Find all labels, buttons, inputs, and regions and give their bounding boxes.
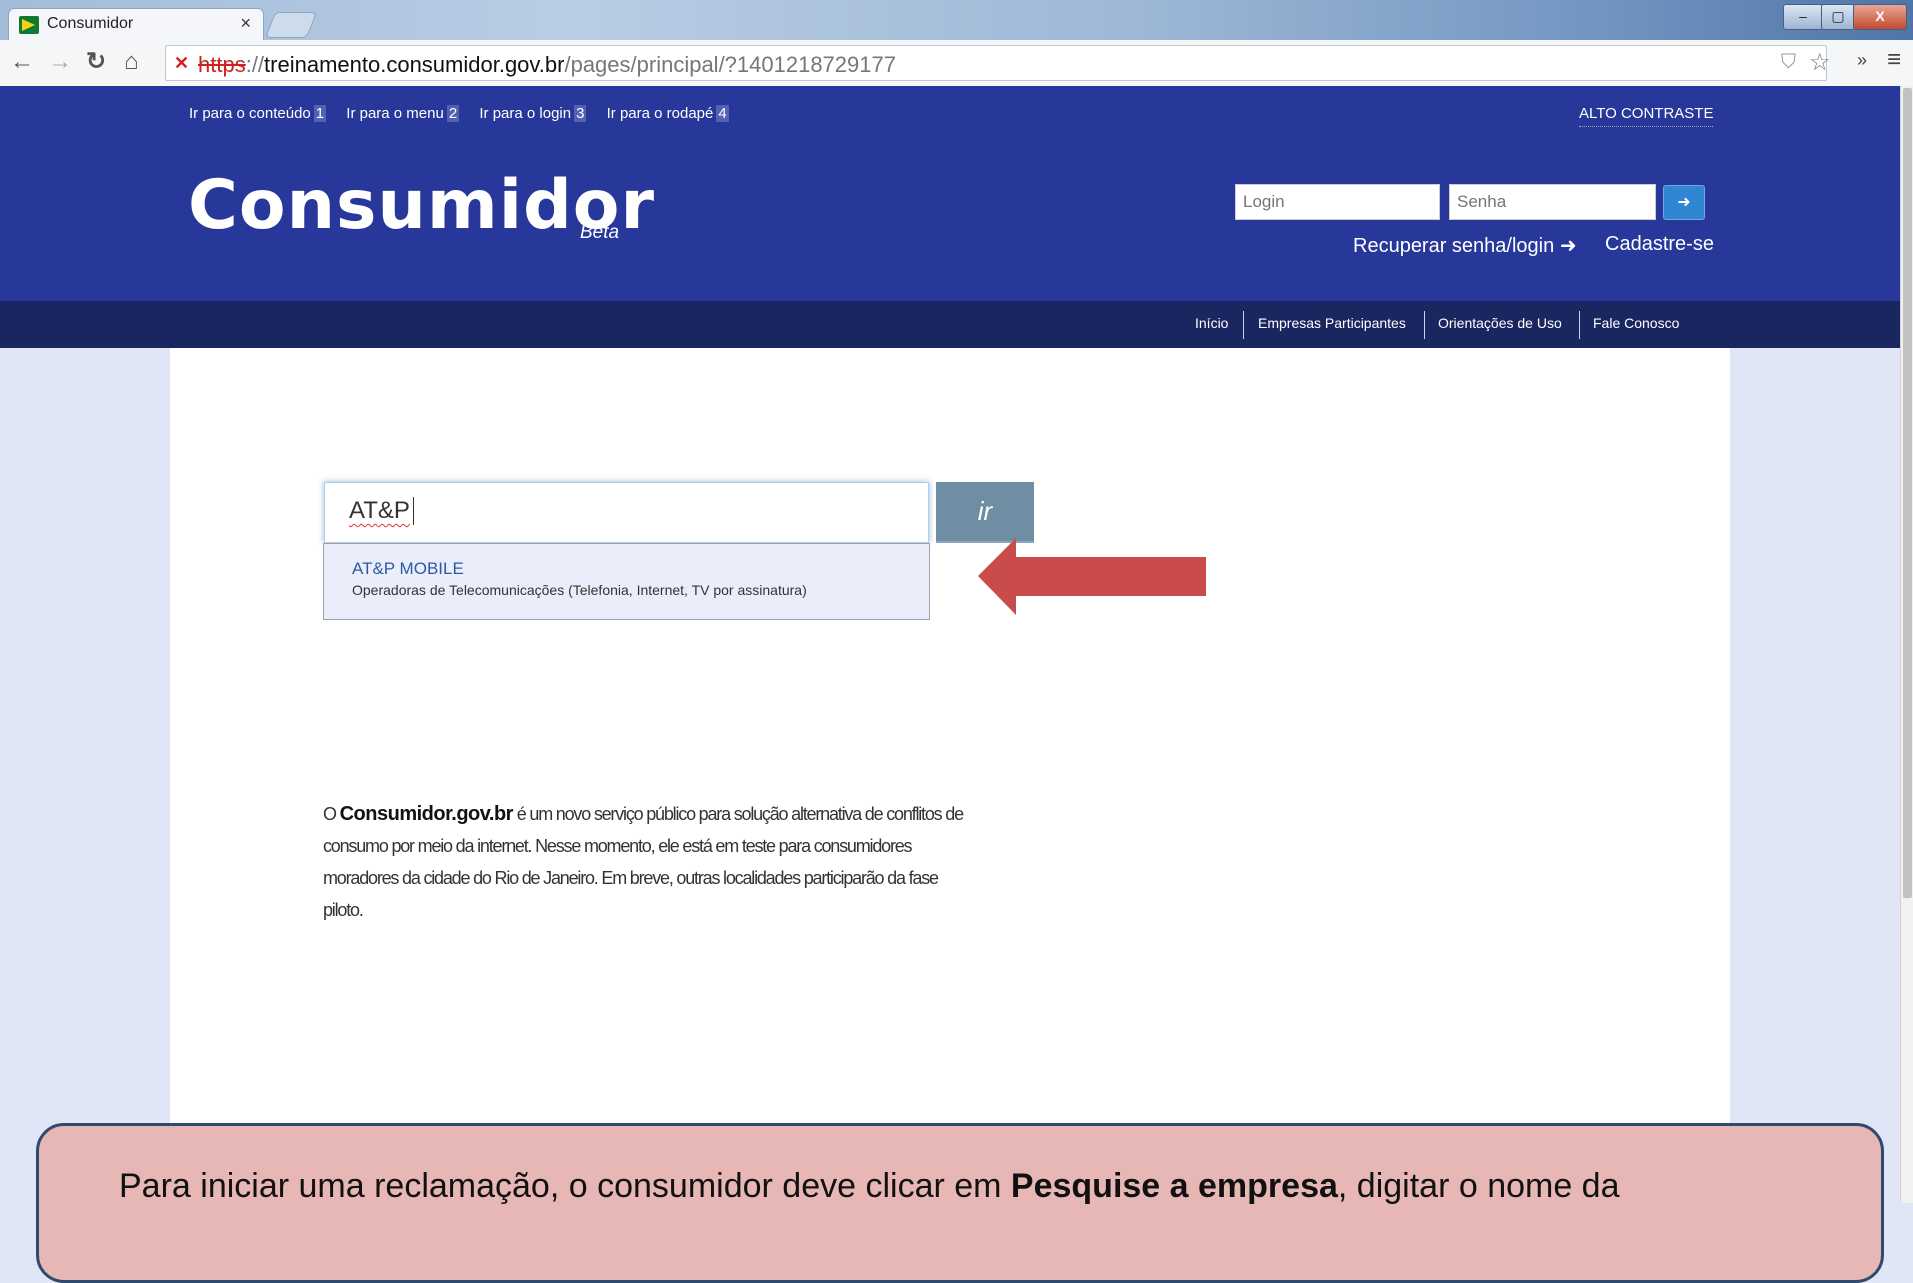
url-protocol: https [198, 52, 246, 77]
nav-divider [1424, 311, 1425, 339]
skip-link-key: 1 [313, 105, 327, 122]
nav-divider [1579, 311, 1580, 339]
browser-toolbar: ← → ↻ ⌂ ✕ https://treinamento.consumidor… [0, 40, 1913, 87]
browser-tab[interactable]: Consumidor × [8, 8, 264, 41]
text-caret [413, 497, 414, 525]
about-paragraph: O Consumidor.gov.br é um novo serviço pú… [323, 798, 973, 926]
skip-link-key: 4 [716, 105, 729, 122]
skip-link-label: Ir para o conteúdo [189, 105, 311, 122]
signup-link[interactable]: Cadastre-se [1605, 233, 1714, 256]
insecure-lock-icon[interactable]: ✕ [174, 53, 189, 74]
recover-login-label: Recuperar senha/login [1353, 235, 1555, 257]
callout-text-start: Para iniciar uma reclamação, o consumido… [119, 1167, 1011, 1205]
url-text[interactable]: https://treinamento.consumidor.gov.br/pa… [198, 52, 896, 78]
skip-link-label: Ir para o menu [346, 105, 444, 122]
new-tab-button[interactable] [264, 12, 318, 38]
nav-divider [1243, 311, 1244, 339]
close-window-button[interactable]: X [1853, 4, 1907, 30]
browser-menu-icon[interactable]: ≡ [1887, 46, 1901, 74]
tab-title: Consumidor [47, 15, 134, 32]
company-search-input[interactable]: AT&P [324, 482, 929, 543]
site-header: Ir para o conteúdo 1 Ir para o menu 2 Ir p… [0, 86, 1900, 301]
autocomplete-suggestion[interactable]: AT&P MOBILE Operadoras de Telecomunicaçõ… [323, 543, 930, 620]
page-viewport: Ir para o conteúdo 1 Ir para o menu 2 Ir p… [0, 86, 1900, 1203]
minimize-button[interactable]: – [1783, 4, 1823, 30]
recover-login-link[interactable]: Recuperar senha/login ➜ [1353, 233, 1577, 258]
suggestion-company-name: AT&P MOBILE [352, 559, 464, 578]
sign-in-icon: ➜ [1559, 235, 1577, 257]
login-input[interactable] [1235, 184, 1440, 220]
forward-arrow-icon[interactable]: → [48, 48, 72, 76]
maximize-button[interactable]: ▢ [1821, 4, 1855, 30]
main-content: AT&P ir AT&P MOBILE Operadoras de Teleco… [170, 348, 1730, 1203]
back-arrow-icon[interactable]: ← [10, 48, 34, 76]
high-contrast-link[interactable]: ALTO CONTRASTE [1579, 105, 1714, 127]
scrollbar-thumb[interactable] [1903, 88, 1912, 898]
tab-close-icon[interactable]: × [240, 13, 251, 34]
url-path: /pages/principal/?1401218729177 [564, 52, 896, 77]
search-go-button[interactable]: ir [936, 482, 1034, 543]
skip-link-key: 2 [446, 105, 460, 122]
password-input[interactable] [1449, 184, 1656, 220]
nav-item-orientacoes[interactable]: Orientações de Uso [1438, 315, 1562, 331]
skip-link-key: 3 [574, 105, 587, 122]
about-prefix: O [323, 804, 340, 824]
page-scrollbar[interactable] [1900, 86, 1913, 1203]
nav-item-inicio[interactable]: Início [1195, 315, 1228, 331]
login-submit-button[interactable]: ➜ [1663, 185, 1705, 220]
instruction-callout: Para iniciar uma reclamação, o consumido… [36, 1123, 1884, 1283]
home-icon[interactable]: ⌂ [124, 48, 139, 76]
skip-links: Ir para o conteúdo 1 Ir para o menu 2 Ir p… [189, 105, 745, 122]
url-host: treinamento.consumidor.gov.br [264, 52, 565, 77]
callout-text: Para iniciar uma reclamação, o consumido… [119, 1167, 1620, 1206]
reload-icon[interactable]: ↻ [86, 48, 106, 76]
skip-link-label: Ir para o rodapé [606, 105, 714, 122]
callout-bold-text: Pesquise a empresa [1010, 1167, 1338, 1205]
search-value: AT&P [349, 497, 410, 524]
nav-item-fale-conosco[interactable]: Fale Conosco [1593, 315, 1679, 331]
skip-link-login[interactable]: Ir para o login 3 [479, 105, 587, 122]
sign-in-icon: ➜ [1677, 194, 1691, 211]
beta-label: Beta [580, 222, 620, 243]
browser-chrome: Consumidor × – ▢ X ← → ↻ ⌂ ✕ https://tre… [0, 0, 1913, 87]
bookmark-star-icon[interactable]: ☆ [1809, 48, 1831, 77]
main-navigation: Início Empresas Participantes Orientaçõe… [0, 301, 1900, 348]
about-brand: Consumidor.gov.br [339, 803, 514, 825]
skip-link-footer[interactable]: Ir para o rodapé 4 [607, 105, 729, 122]
callout-text-end: , digitar o nome da [1337, 1167, 1620, 1205]
shield-icon[interactable]: ⛉ [1781, 51, 1796, 74]
skip-link-menu[interactable]: Ir para o menu 2 [346, 105, 460, 122]
address-bar[interactable]: ✕ https://treinamento.consumidor.gov.br/… [165, 45, 1831, 81]
skip-link-label: Ir para o login [479, 105, 572, 122]
window-titlebar: Consumidor × – ▢ X [0, 0, 1913, 41]
skip-link-content[interactable]: Ir para o conteúdo 1 [189, 105, 327, 122]
suggestion-category: Operadoras de Telecomunicações (Telefoni… [352, 582, 807, 598]
brazil-flag-icon [19, 16, 39, 34]
nav-item-empresas[interactable]: Empresas Participantes [1258, 315, 1406, 331]
more-extensions-icon[interactable]: » [1857, 50, 1867, 71]
pointer-arrow-annotation [978, 538, 1206, 615]
